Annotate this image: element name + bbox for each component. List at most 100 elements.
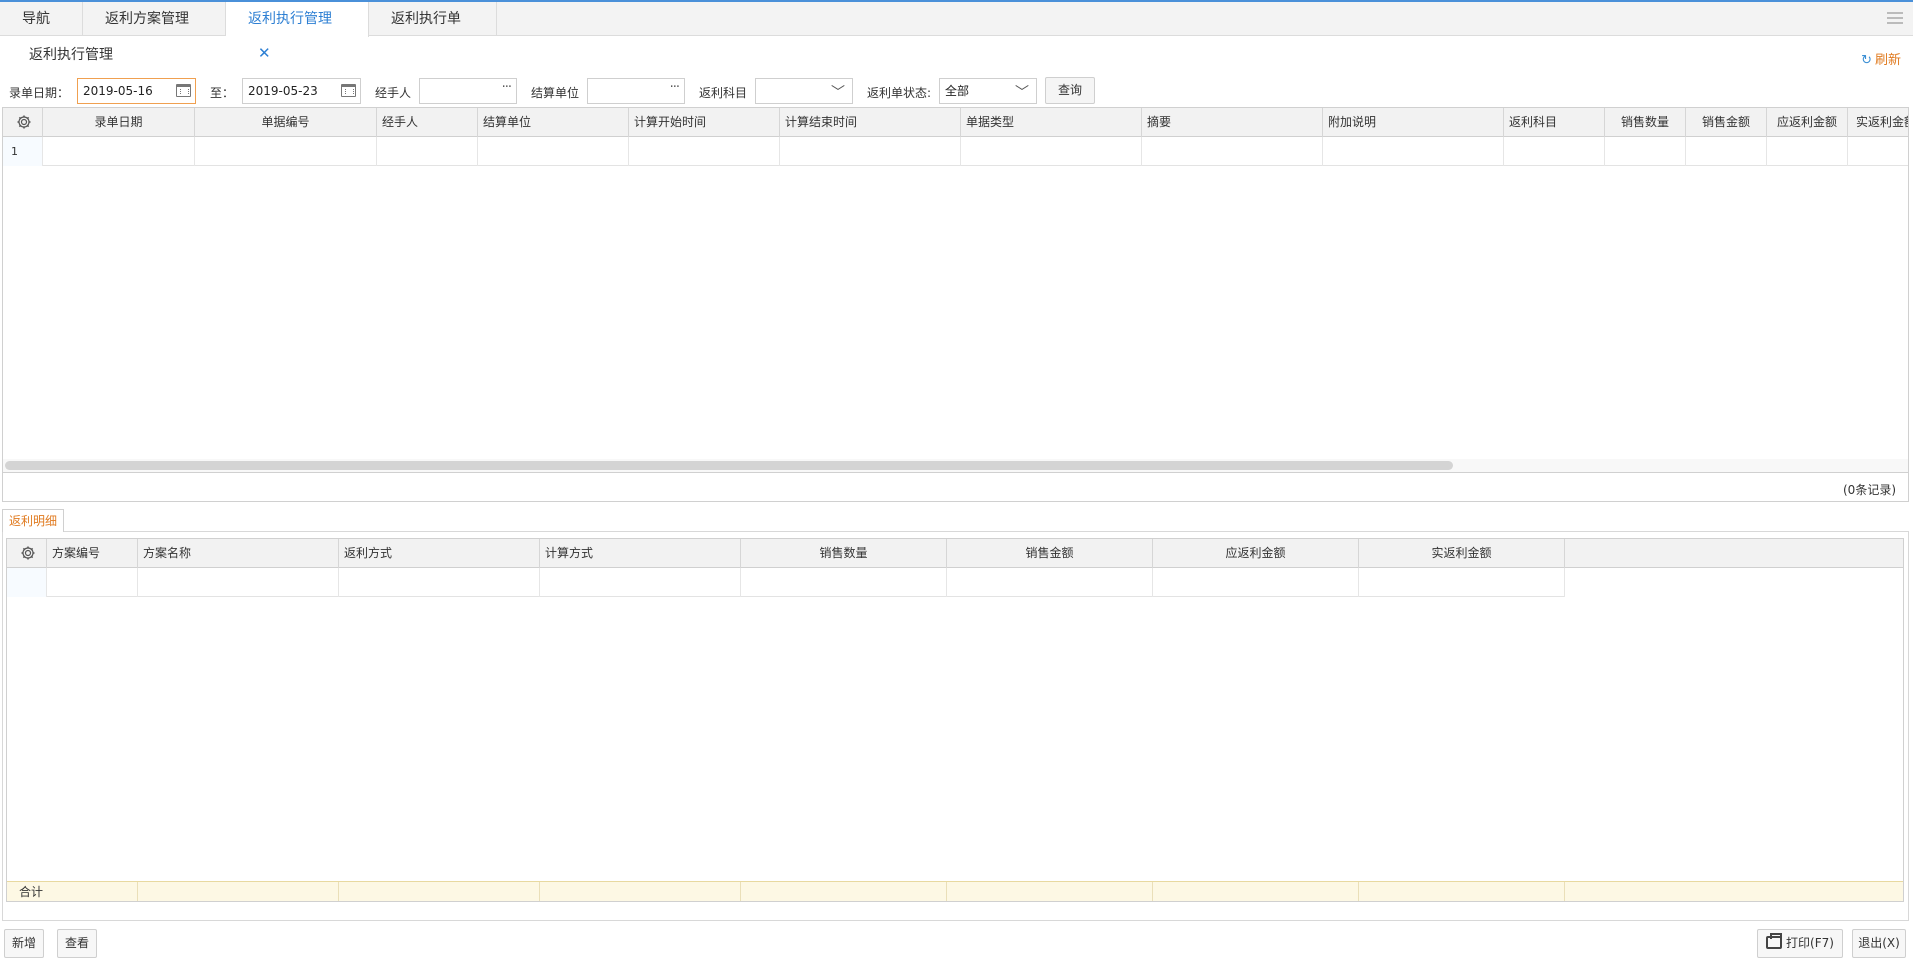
column-header[interactable]: 方案编号 (47, 539, 138, 568)
table-cell[interactable] (540, 568, 741, 597)
table-cell[interactable] (1848, 137, 1908, 166)
main-grid-footer: (0条记录) (3, 472, 1908, 501)
tab-navigation[interactable]: 导航 (0, 2, 83, 36)
sum-cell (947, 882, 1153, 901)
table-cell[interactable] (1323, 137, 1504, 166)
column-header[interactable]: 摘要 (1142, 108, 1323, 137)
rebate-status-value: 全部 (945, 84, 970, 98)
column-header[interactable]: 录单日期 (43, 108, 195, 137)
grid-settings-button[interactable] (3, 108, 43, 137)
tab-rebate-execution-order[interactable]: 返利执行单 (369, 2, 497, 36)
gear-icon (17, 115, 31, 129)
sum-cell (339, 882, 540, 901)
query-button[interactable]: 查询 (1045, 77, 1095, 104)
column-header[interactable]: 销售数量 (1605, 108, 1686, 137)
table-cell[interactable] (47, 568, 138, 597)
table-cell[interactable] (947, 568, 1153, 597)
refresh-button[interactable]: ↻ 刷新 (1861, 49, 1901, 68)
column-header[interactable]: 计算结束时间 (780, 108, 961, 137)
tab-rebate-execution-management[interactable]: 返利执行管理 ✕ (226, 2, 369, 62)
column-header[interactable]: 应返利金额 (1767, 108, 1848, 137)
new-button[interactable]: 新增 (4, 929, 44, 958)
calendar-icon[interactable] (341, 84, 356, 97)
view-button[interactable]: 查看 (57, 929, 97, 958)
tab-rebate-plan-management[interactable]: 返利方案管理 (83, 2, 226, 36)
refresh-icon: ↻ (1861, 53, 1872, 68)
close-icon[interactable]: ✕ (258, 44, 271, 62)
gear-icon (21, 546, 35, 560)
detail-grid: 方案编号 方案名称 返利方式 计算方式 销售数量 销售金额 应返利金额 实返利金… (6, 538, 1904, 902)
column-header[interactable]: 单据类型 (961, 108, 1142, 137)
print-label: 打印(F7) (1786, 936, 1834, 950)
settlement-unit-input[interactable]: ··· (587, 78, 685, 104)
grid-settings-button[interactable] (7, 539, 47, 568)
date-to-input[interactable]: 2019-05-23 (242, 78, 361, 104)
table-cell[interactable] (1142, 137, 1323, 166)
ellipsis-icon[interactable]: ··· (502, 76, 512, 100)
column-header[interactable]: 结算单位 (478, 108, 629, 137)
column-header[interactable]: 实返利金额 (1848, 108, 1908, 137)
rebate-subject-select[interactable]: ﹀ (755, 78, 853, 104)
column-header[interactable]: 销售金额 (1686, 108, 1767, 137)
tab-label: 导航 (22, 11, 50, 27)
table-row[interactable] (7, 568, 1565, 597)
sum-cell (540, 882, 741, 901)
table-cell[interactable] (1359, 568, 1565, 597)
print-button[interactable]: 打印(F7) (1757, 929, 1843, 958)
date-from-input[interactable]: 2019-05-16 (77, 78, 196, 104)
record-count: (0条记录) (1843, 483, 1896, 497)
tab-rebate-detail[interactable]: 返利明细 (2, 509, 65, 532)
date-label: 录单日期： (9, 86, 70, 100)
table-cell[interactable] (478, 137, 629, 166)
table-cell[interactable] (339, 568, 540, 597)
chevron-down-icon: ﹀ (831, 85, 845, 101)
column-header[interactable]: 计算方式 (540, 539, 741, 568)
calendar-icon[interactable] (176, 84, 191, 97)
table-cell[interactable] (43, 137, 195, 166)
table-cell[interactable] (1504, 137, 1605, 166)
sum-cell (741, 882, 947, 901)
horizontal-scrollbar-thumb[interactable] (5, 461, 1453, 470)
sum-cell (138, 882, 339, 901)
list-menu-icon[interactable] (1887, 12, 1903, 26)
table-cell[interactable] (629, 137, 780, 166)
table-cell[interactable] (1605, 137, 1686, 166)
column-header[interactable]: 计算开始时间 (629, 108, 780, 137)
column-header[interactable]: 销售数量 (741, 539, 947, 568)
rebate-status-select[interactable]: 全部 ﹀ (939, 78, 1037, 104)
table-cell[interactable] (138, 568, 339, 597)
row-number: 1 (3, 137, 43, 166)
table-cell[interactable] (1153, 568, 1359, 597)
tab-label: 返利方案管理 (105, 11, 189, 27)
tab-label: 返利执行管理 (248, 11, 332, 27)
column-header[interactable]: 销售金额 (947, 539, 1153, 568)
table-cell[interactable] (1686, 137, 1767, 166)
column-header[interactable]: 返利科目 (1504, 108, 1605, 137)
to-label: 至： (210, 86, 235, 100)
detail-grid-header: 方案编号 方案名称 返利方式 计算方式 销售数量 销售金额 应返利金额 实返利金… (7, 539, 1903, 568)
table-cell[interactable] (1767, 137, 1848, 166)
column-header[interactable]: 方案名称 (138, 539, 339, 568)
table-cell[interactable] (741, 568, 947, 597)
column-header[interactable]: 附加说明 (1323, 108, 1504, 137)
column-header[interactable]: 经手人 (377, 108, 478, 137)
handler-input[interactable]: ··· (419, 78, 517, 104)
rebate-status-label: 返利单状态: (867, 86, 932, 100)
exit-button[interactable]: 退出(X) (1852, 929, 1906, 958)
date-from-value: 2019-05-16 (83, 84, 153, 98)
tab-bar: 导航 返利方案管理 返利执行管理 ✕ 返利执行单 (0, 0, 1913, 62)
table-cell[interactable] (780, 137, 961, 166)
table-cell[interactable] (961, 137, 1142, 166)
column-header[interactable]: 实返利金额 (1359, 539, 1565, 568)
tab-label: 返利执行单 (391, 11, 461, 27)
chevron-down-icon: ﹀ (1015, 85, 1029, 101)
column-header[interactable]: 返利方式 (339, 539, 540, 568)
ellipsis-icon[interactable]: ··· (670, 76, 680, 100)
printer-icon (1766, 933, 1783, 949)
table-cell[interactable] (195, 137, 377, 166)
column-header[interactable]: 应返利金额 (1153, 539, 1359, 568)
table-cell[interactable] (377, 137, 478, 166)
column-header[interactable]: 单据编号 (195, 108, 377, 137)
table-row[interactable]: 1 (3, 137, 1908, 166)
handler-label: 经手人 (375, 86, 412, 100)
